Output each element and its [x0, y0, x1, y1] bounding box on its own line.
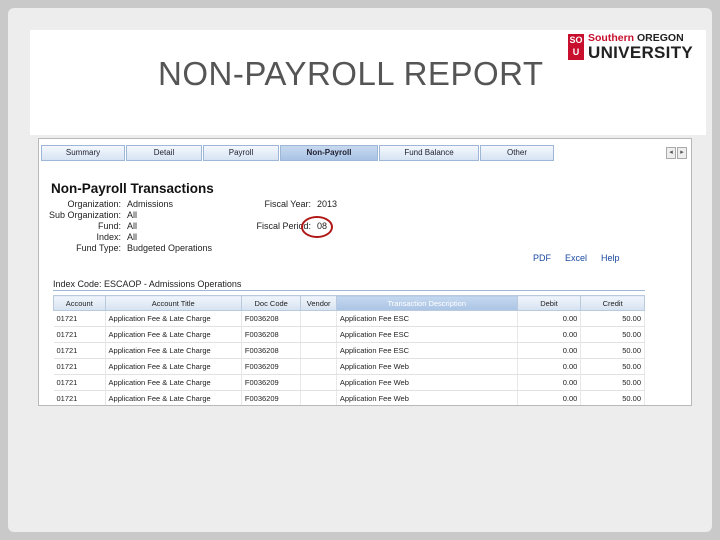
param-row: Index: All — [96, 232, 138, 242]
table-row[interactable]: 01721 Application Fee & Late Charge F00362… — [53, 390, 645, 405]
param-row: Sub Organization: All — [48, 210, 138, 220]
tab-fund-balance[interactable]: Fund Balance — [379, 145, 479, 161]
table-cell: Application Fee ESC — [336, 326, 518, 343]
table-cell: 50.00 — [580, 358, 645, 375]
col-debit[interactable]: Debit — [516, 295, 582, 311]
index-code: Index Code: ESCAOP - Admissions Operatio… — [53, 279, 242, 289]
table-cell: 50.00 — [580, 326, 645, 343]
table-cell — [300, 374, 337, 391]
tab-bar: Summary Detail Payroll Non-Payroll Fund … — [41, 145, 677, 161]
table-cell — [300, 358, 337, 375]
report-parameters: Organization: Admissions Sub Organization… — [43, 199, 212, 254]
table-cell: Application Fee Web — [336, 374, 518, 391]
col-account[interactable]: Account — [53, 295, 106, 311]
tab-payroll[interactable]: Payroll — [203, 145, 279, 161]
table-cell: 01721 — [53, 326, 106, 343]
table-cell — [300, 390, 337, 405]
tab-other[interactable]: Other — [480, 145, 554, 161]
table-cell: F0036209 — [241, 374, 302, 391]
table-cell: 50.00 — [580, 342, 645, 359]
table-row[interactable]: 01721 Application Fee & Late Charge F00362… — [53, 326, 645, 343]
param-row: Fund: All — [97, 221, 138, 231]
table-cell: Application Fee Web — [336, 390, 518, 405]
col-vendor[interactable]: Vendor — [300, 295, 337, 311]
table-cell — [300, 326, 337, 343]
table-cell — [300, 310, 337, 327]
logo-badge: SO U — [568, 34, 584, 60]
table-cell: 01721 — [53, 390, 106, 405]
excel-link[interactable]: Excel — [565, 253, 587, 263]
table-cell: 0.00 — [517, 374, 582, 391]
table-cell: 50.00 — [580, 374, 645, 391]
university-logo: SO U Southern OREGON UNIVERSITY — [568, 32, 693, 62]
table-cell: 0.00 — [517, 326, 582, 343]
col-account-title[interactable]: Account Title — [104, 295, 242, 311]
table-row[interactable]: 01721 Application Fee & Late Charge F00362… — [53, 310, 645, 327]
table-row[interactable]: 01721 Application Fee & Late Charge F00362… — [53, 358, 645, 375]
pdf-link[interactable]: PDF — [533, 253, 551, 263]
fiscal-year: Fiscal Year: 2013 — [264, 199, 338, 209]
table-cell: 50.00 — [580, 390, 645, 405]
table-cell: 01721 — [53, 358, 106, 375]
help-link[interactable]: Help — [601, 253, 620, 263]
tab-non-payroll[interactable]: Non-Payroll — [280, 145, 378, 161]
table-cell: Application Fee ESC — [336, 342, 518, 359]
table-cell: Application Fee & Late Charge — [105, 310, 242, 327]
table-cell: Application Fee & Late Charge — [105, 358, 242, 375]
col-doc-code[interactable]: Doc Code — [240, 295, 302, 311]
table-cell: Application Fee & Late Charge — [105, 390, 242, 405]
highlight-circle — [301, 216, 333, 238]
transactions-table: Account Account Title Doc Code Vendor Tr… — [53, 295, 645, 405]
table-cell: 0.00 — [517, 358, 582, 375]
col-transaction-description[interactable]: Transaction Description — [335, 295, 518, 311]
tab-detail[interactable]: Detail — [126, 145, 202, 161]
tab-scroll: ◂ ▸ — [665, 147, 687, 159]
table-cell: Application Fee ESC — [336, 310, 518, 327]
table-row[interactable]: 01721 Application Fee & Late Charge F00362… — [53, 342, 645, 359]
table-cell: 0.00 — [517, 310, 582, 327]
table-cell: F0036208 — [241, 326, 302, 343]
param-row: Organization: Admissions — [67, 199, 174, 209]
table-cell: Application Fee & Late Charge — [105, 342, 242, 359]
table-cell: 01721 — [53, 374, 106, 391]
table-cell: Application Fee & Late Charge — [105, 374, 242, 391]
table-cell: F0036209 — [241, 390, 302, 405]
divider — [53, 290, 645, 291]
table-cell: 0.00 — [517, 342, 582, 359]
table-cell: F0036208 — [241, 310, 302, 327]
logo-line2: UNIVERSITY — [588, 43, 694, 62]
table-cell: 01721 — [53, 342, 106, 359]
col-credit[interactable]: Credit — [580, 295, 645, 311]
table-row[interactable]: 01721 Application Fee & Late Charge F00362… — [53, 374, 645, 391]
param-row: Fund Type: Budgeted Operations — [76, 243, 213, 253]
table-cell: F0036208 — [241, 342, 302, 359]
report-screenshot: Summary Detail Payroll Non-Payroll Fund … — [38, 138, 692, 406]
table-cell: F0036209 — [241, 358, 302, 375]
tab-summary[interactable]: Summary — [41, 145, 125, 161]
table-cell: Application Fee Web — [336, 358, 518, 375]
table-cell — [300, 342, 337, 359]
chevron-left-icon[interactable]: ◂ — [666, 147, 676, 159]
table-cell: 50.00 — [580, 310, 645, 327]
slide-title: NON-PAYROLL REPORT — [158, 55, 544, 92]
table-cell: Application Fee & Late Charge — [105, 326, 242, 343]
table-cell: 0.00 — [517, 390, 582, 405]
chevron-right-icon[interactable]: ▸ — [677, 147, 687, 159]
table-cell: 01721 — [53, 310, 106, 327]
page-heading: Non-Payroll Transactions — [51, 181, 214, 196]
